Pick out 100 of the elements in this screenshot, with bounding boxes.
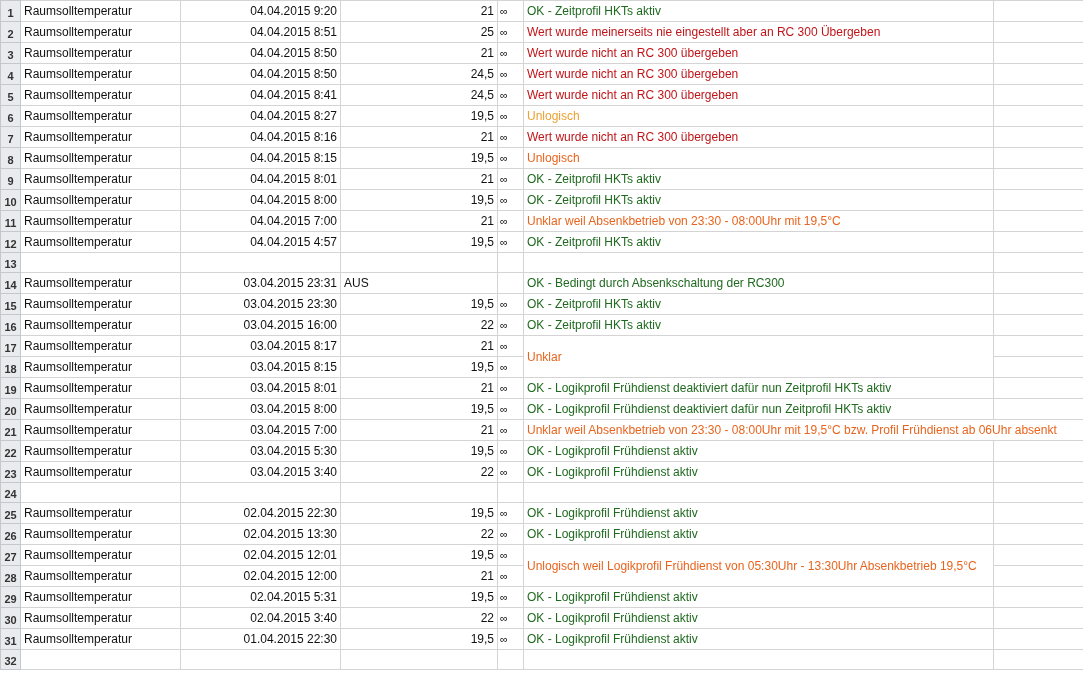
value-cell: 22 (340, 314, 498, 336)
date-cell: 02.04.2015 22:30 (180, 502, 341, 524)
note-cell: Unlogisch (523, 147, 994, 169)
date-cell: 04.04.2015 8:01 (180, 168, 341, 190)
name-cell: Raumsolltemperatur (20, 523, 181, 545)
symbol-cell: ∞ (497, 147, 524, 169)
date-cell: 02.04.2015 3:40 (180, 607, 341, 629)
name-cell: Raumsolltemperatur (20, 189, 181, 211)
row-number[interactable]: 30 (0, 607, 21, 629)
name-cell: Raumsolltemperatur (20, 586, 181, 608)
note-cell: OK - Logikprofil Frühdienst aktiv (523, 461, 994, 483)
symbol-cell: ∞ (497, 210, 524, 232)
row-number[interactable]: 25 (0, 502, 21, 524)
row-number[interactable]: 4 (0, 63, 21, 85)
row-number[interactable]: 5 (0, 84, 21, 106)
row-number[interactable]: 24 (0, 482, 21, 503)
note-cell: OK - Logikprofil Frühdienst deaktiviert dafür nun Zeitprofil HKTs aktiv (523, 398, 994, 420)
value-cell: 19,5 (340, 189, 498, 211)
row-number[interactable]: 32 (0, 649, 21, 670)
name-cell: Raumsolltemperatur (20, 502, 181, 524)
date-cell: 02.04.2015 12:00 (180, 565, 341, 587)
value-cell: 19,5 (340, 231, 498, 253)
row-number[interactable]: 7 (0, 126, 21, 148)
date-cell: 04.04.2015 8:50 (180, 63, 341, 85)
name-cell: Raumsolltemperatur (20, 21, 181, 43)
note-cell: Unlogisch weil Logikprofil Frühdienst von 05:30Uhr - 13:30Uhr Absenkbetrieb 19,5°C (523, 544, 994, 587)
symbol-cell: ∞ (497, 21, 524, 43)
value-cell: 19,5 (340, 398, 498, 420)
row-number[interactable]: 31 (0, 628, 21, 650)
note-cell: OK - Logikprofil Frühdienst aktiv (523, 440, 994, 462)
value-cell: 21 (340, 0, 498, 22)
row-number[interactable]: 17 (0, 335, 21, 357)
row-number[interactable]: 19 (0, 377, 21, 399)
row-number[interactable]: 11 (0, 210, 21, 232)
date-cell: 03.04.2015 16:00 (180, 314, 341, 336)
row-number[interactable]: 1 (0, 0, 21, 22)
date-cell: 03.04.2015 7:00 (180, 419, 341, 441)
date-cell: 04.04.2015 8:27 (180, 105, 341, 127)
date-cell: 03.04.2015 8:17 (180, 335, 341, 357)
row-number[interactable]: 6 (0, 105, 21, 127)
symbol-cell: ∞ (497, 105, 524, 127)
row-number[interactable]: 16 (0, 314, 21, 336)
value-cell: 21 (340, 419, 498, 441)
note-cell: OK - Bedingt durch Absenkschaltung der RC300 (523, 272, 994, 294)
row-number[interactable]: 8 (0, 147, 21, 169)
row-number[interactable]: 3 (0, 42, 21, 64)
date-cell: 01.04.2015 22:30 (180, 628, 341, 650)
note-cell: OK - Zeitprofil HKTs aktiv (523, 168, 994, 190)
note-cell: OK - Zeitprofil HKTs aktiv (523, 0, 994, 22)
row-number[interactable]: 21 (0, 419, 21, 441)
row-number[interactable]: 27 (0, 544, 21, 566)
name-cell: Raumsolltemperatur (20, 231, 181, 253)
symbol-cell: ∞ (497, 544, 524, 566)
value-cell: 21 (340, 126, 498, 148)
row-number[interactable]: 15 (0, 293, 21, 315)
name-cell: Raumsolltemperatur (20, 105, 181, 127)
value-cell: AUS (340, 272, 498, 294)
date-cell: 04.04.2015 8:15 (180, 147, 341, 169)
name-cell: Raumsolltemperatur (20, 147, 181, 169)
row-number[interactable]: 13 (0, 252, 21, 273)
name-cell: Raumsolltemperatur (20, 419, 181, 441)
row-number[interactable]: 22 (0, 440, 21, 462)
symbol-cell: ∞ (497, 440, 524, 462)
name-cell: Raumsolltemperatur (20, 126, 181, 148)
name-cell: Raumsolltemperatur (20, 398, 181, 420)
row-number[interactable]: 26 (0, 523, 21, 545)
symbol-cell: ∞ (497, 189, 524, 211)
date-cell: 03.04.2015 8:01 (180, 377, 341, 399)
date-cell: 04.04.2015 4:57 (180, 231, 341, 253)
row-number[interactable]: 2 (0, 21, 21, 43)
symbol-cell: ∞ (497, 0, 524, 22)
row-number[interactable]: 14 (0, 272, 21, 294)
symbol-cell: ∞ (497, 586, 524, 608)
symbol-cell: ∞ (497, 42, 524, 64)
symbol-cell: ∞ (497, 63, 524, 85)
row-number[interactable]: 9 (0, 168, 21, 190)
row-number[interactable]: 28 (0, 565, 21, 587)
row-number[interactable]: 18 (0, 356, 21, 378)
symbol-cell: ∞ (497, 398, 524, 420)
name-cell: Raumsolltemperatur (20, 628, 181, 650)
date-cell: 03.04.2015 23:30 (180, 293, 341, 315)
name-cell: Raumsolltemperatur (20, 293, 181, 315)
row-number[interactable]: 29 (0, 586, 21, 608)
name-cell: Raumsolltemperatur (20, 168, 181, 190)
date-cell: 03.04.2015 8:15 (180, 356, 341, 378)
row-number[interactable]: 10 (0, 189, 21, 211)
note-cell: OK - Zeitprofil HKTs aktiv (523, 231, 994, 253)
row-number[interactable]: 12 (0, 231, 21, 253)
name-cell: Raumsolltemperatur (20, 377, 181, 399)
note-cell: OK - Logikprofil Frühdienst aktiv (523, 523, 994, 545)
date-cell: 03.04.2015 3:40 (180, 461, 341, 483)
value-cell: 21 (340, 42, 498, 64)
symbol-cell: ∞ (497, 377, 524, 399)
note-cell: OK - Zeitprofil HKTs aktiv (523, 189, 994, 211)
row-number[interactable]: 23 (0, 461, 21, 483)
date-cell: 04.04.2015 9:20 (180, 0, 341, 22)
value-cell: 24,5 (340, 84, 498, 106)
note-cell: Wert wurde nicht an RC 300 übergeben (523, 63, 994, 85)
row-number[interactable]: 20 (0, 398, 21, 420)
name-cell: Raumsolltemperatur (20, 440, 181, 462)
